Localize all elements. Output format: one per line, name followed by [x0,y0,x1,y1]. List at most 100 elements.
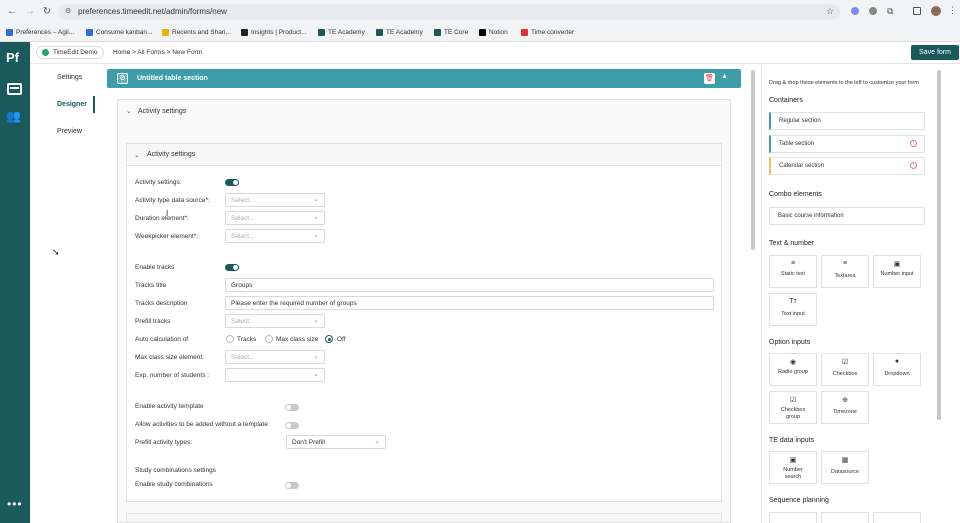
duration-select[interactable]: Select... ⌄ [225,211,325,225]
nav-settings[interactable]: Settings [57,74,82,81]
datasource-icon: ▦ [841,457,849,464]
profile-avatar[interactable] [931,6,941,16]
palette-tile-textarea[interactable]: ≡ Textarea [821,255,869,288]
table-section-header[interactable]: ⚙ Untitled table section 🗑 ▲ [107,69,741,88]
chevron-down-icon[interactable]: ⌄ [126,107,132,115]
activity-settings-toggle[interactable] [225,179,239,186]
outer-panel-title[interactable]: Activity settings [138,108,186,115]
type-source-label: Activity type data source*: [135,197,210,204]
prefill-tracks-select[interactable]: Select... ⌄ [225,314,325,328]
back-icon[interactable]: ← [6,6,18,18]
combo-basic-course-info[interactable]: Basic course information [769,207,925,225]
bookmark-item[interactable]: Consume kanban... [86,27,152,37]
menu-kebab-icon[interactable]: ⋮ [948,5,957,16]
collapse-chevron-icon[interactable]: ▲ [721,73,728,80]
enable-tracks-toggle[interactable] [225,264,239,271]
nav-designer[interactable]: Designer [57,101,87,108]
checkbox-group-icon: ☑ [789,397,797,404]
tile-label: Checkbox [832,371,858,377]
enable-template-toggle[interactable] [285,404,299,411]
sequence-tile[interactable] [873,512,921,523]
palette-tile-number-search[interactable]: ▣ Number search [769,451,817,484]
extension-icon[interactable] [869,7,877,15]
auto-calc-tracks-label[interactable]: Tracks [237,336,256,343]
extensions-puzzle-icon[interactable]: ⧉ [887,6,893,17]
auto-calc-off-label[interactable]: Off [337,336,346,343]
sequence-tile[interactable] [821,512,869,523]
tracks-desc-input[interactable]: Please enter the required number of grou… [225,296,714,310]
palette-tile-dropdown[interactable]: ● Dropdown [873,353,921,386]
tile-label: Text input [781,311,805,317]
palette-tile-radio-group[interactable]: ◉ Radio group [769,353,817,386]
inner-panel-title[interactable]: Activity settings [147,151,195,158]
bookmark-item[interactable]: TE Academy [376,27,423,37]
prefill-types-label: Prefill activity types: [135,439,193,446]
tile-label: Radio group [778,369,808,375]
auto-calc-off-radio[interactable] [325,335,333,343]
tile-label: Datasource [830,469,860,475]
section-settings-icon[interactable]: ⚙ [117,73,128,84]
section-title[interactable]: Untitled table section [137,75,208,82]
extension-icon[interactable] [851,7,859,15]
palette-tile-checkbox[interactable]: ☑ Checkbox [821,353,869,386]
bookmark-star-icon[interactable]: ☆ [826,6,834,17]
forms-icon[interactable] [7,83,22,95]
tile-label: Checkbox group [780,407,806,420]
chevron-down-icon[interactable]: ⌄ [134,151,140,159]
palette-tile-timezone[interactable]: ⊕ Timezone [821,391,869,424]
weekpicker-select[interactable]: Select... ⌄ [225,229,325,243]
site-info-icon[interactable]: ⚙ [65,7,71,15]
forward-icon[interactable]: → [24,6,36,18]
inner-panel-header[interactable] [126,143,722,166]
bookmark-item[interactable]: TE Core [434,27,468,37]
bookmark-item[interactable]: Notion [479,27,508,37]
more-icon[interactable]: ••• [7,497,23,511]
org-status-icon [42,49,49,56]
prefill-types-select[interactable]: Don't Prefill ⌄ [286,435,386,449]
bookmark-item[interactable]: Insights | Product... [241,27,307,37]
address-bar[interactable]: ⚙ preferences.timeedit.net/admin/forms/n… [58,4,840,20]
prefill-tracks-label: Prefill tracks [135,318,171,325]
auto-calc-tracks-radio[interactable] [226,335,234,343]
bookmark-item[interactable]: Preferences – Agil... [6,27,74,37]
users-icon[interactable]: 👥 [6,109,21,123]
breadcrumb[interactable]: Home > All Forms > New Form [113,49,202,56]
palette-tile-datasource[interactable]: ▦ Datasource [821,451,869,484]
palette-tile-checkbox-group[interactable]: ☑ Checkbox group [769,391,817,424]
nav-preview[interactable]: Preview [57,128,82,135]
sidepanel-icon[interactable] [913,7,921,15]
tracks-title-input[interactable]: Groups [225,278,714,292]
container-label: Regular section [779,118,821,124]
bookmark-favicon-icon [6,28,13,36]
delete-icon[interactable]: 🗑 [704,73,715,84]
palette-scrollbar[interactable] [937,70,941,420]
bookmark-item[interactable]: TE Academy [318,27,365,37]
container-regular-section[interactable]: Regular section [769,112,925,130]
static-text-icon: ≡ [790,260,796,267]
bookmark-label: TE Academy [386,28,423,36]
reload-icon[interactable]: ↻ [41,6,53,18]
enable-study-comb-toggle[interactable] [285,482,299,489]
type-source-select[interactable]: Select... ⌄ [225,193,325,207]
bookmark-item[interactable]: Time converter [521,27,574,37]
exp-students-select[interactable]: ⌄ [225,368,325,382]
org-switcher[interactable]: TimeEdit Demo [36,46,104,59]
max-class-select[interactable]: Select... ⌄ [225,350,325,364]
bookmark-item[interactable]: Recents and Shari... [162,27,231,37]
container-calendar-section[interactable]: Calendar section! [769,157,925,175]
main-scrollbar[interactable] [751,70,755,250]
bookmark-favicon-icon [376,28,383,36]
palette-tile-text-input[interactable]: Tт Text input [769,293,817,326]
palette-tile-number-input[interactable]: ▣ Number input [873,255,921,288]
container-table-section[interactable]: Table section! [769,135,925,153]
app-logo: Pf [6,50,19,65]
allow-without-template-toggle[interactable] [285,422,299,429]
chevron-down-icon: ⌄ [313,317,319,324]
next-panel-header[interactable] [126,513,722,523]
auto-calc-maxclass-radio[interactable] [265,335,273,343]
save-form-button[interactable]: Save form [911,45,959,60]
sequence-tile[interactable] [769,512,817,523]
auto-calc-maxclass-label[interactable]: Max class size [276,336,318,343]
chevron-down-icon: ⌄ [374,438,380,445]
palette-tile-static-text[interactable]: ≡ Static text [769,255,817,288]
